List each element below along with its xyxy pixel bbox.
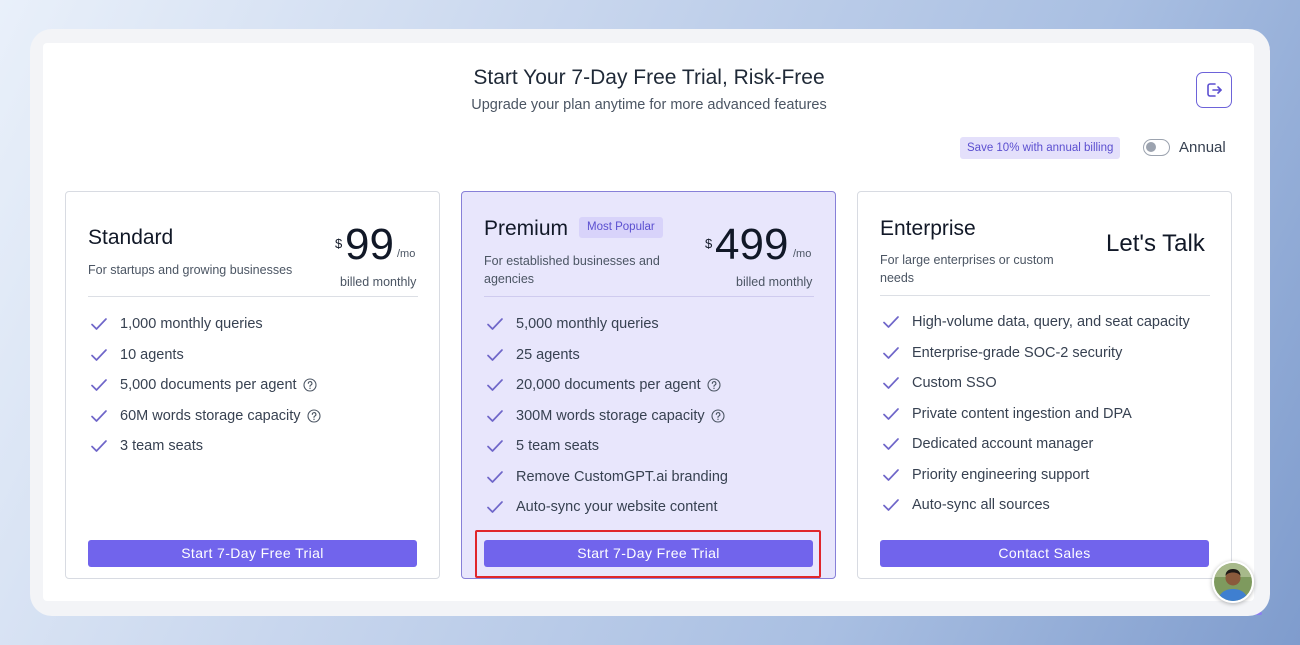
check-icon xyxy=(487,501,503,514)
feature-item: Auto-sync all sources xyxy=(882,490,1190,521)
feature-item: 300M words storage capacity xyxy=(486,401,728,432)
user-avatar-icon xyxy=(1214,563,1252,601)
feature-item: 25 agents xyxy=(486,340,728,371)
check-icon xyxy=(487,379,503,392)
feature-text: High-volume data, query, and seat capaci… xyxy=(912,314,1190,331)
help-circle-icon[interactable] xyxy=(711,409,725,423)
logout-icon xyxy=(1207,83,1222,97)
feature-text: Custom SSO xyxy=(912,375,997,392)
feature-item: Custom SSO xyxy=(882,368,1190,399)
page-title: Start Your 7-Day Free Trial, Risk-Free xyxy=(473,66,825,89)
start-trial-button-premium[interactable]: Start 7-Day Free Trial xyxy=(484,540,813,567)
check-icon xyxy=(883,407,899,420)
feature-list: High-volume data, query, and seat capaci… xyxy=(882,307,1190,521)
start-trial-button-standard[interactable]: Start 7-Day Free Trial xyxy=(88,540,417,567)
check-icon xyxy=(883,377,899,390)
feature-text: Priority engineering support xyxy=(912,466,1090,483)
help-circle-icon[interactable] xyxy=(306,409,321,423)
feature-item: 20,000 documents per agent xyxy=(486,370,728,401)
feature-text: 60M words storage capacity xyxy=(120,407,301,424)
feature-text: 1,000 monthly queries xyxy=(120,316,263,333)
plan-name: Standard xyxy=(88,226,174,249)
page-subtitle: Upgrade your plan anytime for more advan… xyxy=(471,97,827,113)
billing-frequency: billed monthly xyxy=(340,275,417,289)
plan-name: Enterprise xyxy=(880,217,976,240)
price-currency: $ xyxy=(705,236,713,251)
logout-button[interactable] xyxy=(1196,72,1232,108)
plan-card-enterprise: Enterprise For large enterprises or cust… xyxy=(857,191,1232,579)
feature-text: Dedicated account manager xyxy=(912,436,1094,453)
feature-list: 5,000 monthly queries 25 agents 20,000 doc… xyxy=(486,309,728,523)
feature-text: 3 team seats xyxy=(120,438,204,455)
plan-description: For large enterprises or custom needs xyxy=(880,253,1054,285)
price-period: /mo xyxy=(793,248,812,260)
avatar[interactable] xyxy=(1212,561,1254,603)
feature-item: 5 team seats xyxy=(486,431,728,462)
check-icon xyxy=(487,409,503,422)
check-icon xyxy=(487,348,503,361)
price-contact-text: Let's Talk xyxy=(1106,230,1205,257)
feature-item: Enterprise-grade SOC-2 security xyxy=(882,338,1190,369)
feature-item: Dedicated account manager xyxy=(882,429,1190,460)
plan-description: For startups and growing businesses xyxy=(88,263,293,277)
feature-text: Enterprise-grade SOC-2 security xyxy=(912,344,1123,361)
check-icon xyxy=(883,438,899,451)
help-circle-icon[interactable] xyxy=(707,378,721,392)
card-divider xyxy=(484,296,814,297)
check-icon xyxy=(91,348,107,361)
check-icon xyxy=(883,468,899,481)
feature-text: 5 team seats xyxy=(516,438,600,455)
price-period: /mo xyxy=(397,248,416,260)
price-amount: 99 xyxy=(345,220,394,269)
most-popular-badge: Most Popular xyxy=(579,217,663,238)
feature-text: Remove CustomGPT.ai branding xyxy=(516,468,728,485)
annual-toggle-label: Annual xyxy=(1179,139,1226,156)
plan-name: Premium xyxy=(484,217,569,240)
price-currency: $ xyxy=(335,236,343,251)
card-divider xyxy=(88,296,418,297)
feature-item: 10 agents xyxy=(90,340,321,371)
feature-text: 25 agents xyxy=(516,346,580,363)
annual-savings-badge: Save 10% with annual billing xyxy=(960,137,1121,159)
check-icon xyxy=(487,470,503,483)
feature-item: High-volume data, query, and seat capaci… xyxy=(882,307,1190,338)
feature-text: 5,000 documents per agent xyxy=(120,377,297,394)
plan-card-standard: Standard For startups and growing busine… xyxy=(65,191,440,579)
feature-list: 1,000 monthly queries 10 agents 5,000 docu… xyxy=(90,309,321,462)
check-icon xyxy=(487,318,503,331)
check-icon xyxy=(91,379,107,392)
feature-text: Auto-sync all sources xyxy=(912,497,1050,514)
feature-item: Priority engineering support xyxy=(882,460,1190,491)
feature-item: Remove CustomGPT.ai branding xyxy=(486,462,728,493)
feature-text: 5,000 monthly queries xyxy=(516,316,659,333)
feature-item: 5,000 monthly queries xyxy=(486,309,728,340)
plan-card-premium: Premium Most Popular For established bus… xyxy=(461,191,836,579)
card-divider xyxy=(880,295,1210,296)
feature-text: Auto-sync your website content xyxy=(516,499,718,516)
feature-text: 20,000 documents per agent xyxy=(516,377,701,394)
price-amount: 499 xyxy=(715,220,789,269)
feature-item: Private content ingestion and DPA xyxy=(882,399,1190,430)
feature-item: 1,000 monthly queries xyxy=(90,309,321,340)
help-circle-icon[interactable] xyxy=(302,378,317,392)
feature-text: 300M words storage capacity xyxy=(516,407,705,424)
contact-sales-button[interactable]: Contact Sales xyxy=(880,540,1209,567)
toggle-knob xyxy=(1146,142,1156,152)
feature-text: Private content ingestion and DPA xyxy=(912,405,1132,422)
check-icon xyxy=(487,440,503,453)
feature-item: Auto-sync your website content xyxy=(486,492,728,523)
feature-item: 3 team seats xyxy=(90,431,321,462)
feature-text: 10 agents xyxy=(120,346,184,363)
plan-description: For established businesses and agencies xyxy=(484,254,660,286)
check-icon xyxy=(883,499,899,512)
check-icon xyxy=(883,316,899,329)
check-icon xyxy=(91,409,107,422)
feature-item: 60M words storage capacity xyxy=(90,401,321,432)
annual-billing-toggle[interactable] xyxy=(1143,139,1170,156)
check-icon xyxy=(883,346,899,359)
billing-frequency: billed monthly xyxy=(736,275,813,289)
check-icon xyxy=(91,318,107,331)
check-icon xyxy=(91,440,107,453)
feature-item: 5,000 documents per agent xyxy=(90,370,321,401)
